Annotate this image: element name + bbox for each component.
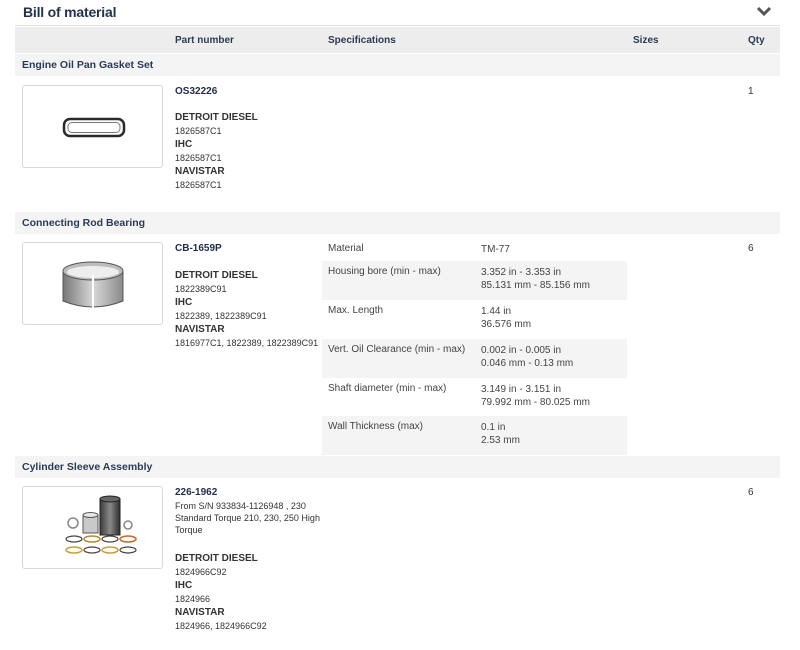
brand-part-numbers: 1816977C1, 1822389, 1822389C91: [175, 338, 319, 348]
brand-part-numbers: 1824966, 1824966C92: [175, 621, 267, 631]
brand-name: DETROIT DIESEL: [175, 553, 258, 564]
spec-value: 0.1 in 2.53 mm: [481, 422, 520, 446]
brand-name: IHC: [175, 580, 193, 591]
spec-row: Shaft diameter (min - max) 3.149 in - 3.…: [322, 378, 627, 417]
spec-label: Housing bore (min - max): [328, 266, 441, 277]
spec-value: TM-77: [481, 244, 510, 255]
section-title: Engine Oil Pan Gasket Set: [22, 59, 154, 71]
bill-of-material-header: Bill of material: [15, 0, 780, 26]
section-header-oil-pan-gasket: Engine Oil Pan Gasket Set: [15, 54, 780, 76]
gasket-image[interactable]: [22, 85, 163, 168]
brand-part-numbers: 1822389C91: [175, 284, 227, 294]
spec-row: Housing bore (min - max) 3.352 in - 3.35…: [322, 261, 627, 300]
spec-row: Max. Length 1.44 in 36.576 mm: [322, 300, 627, 339]
part-note: From S/N 933834-1126948 , 230 Standard T…: [175, 501, 320, 535]
spec-label: Shaft diameter (min - max): [328, 383, 447, 394]
part-number-link[interactable]: CB-1659P: [175, 243, 222, 254]
section-header-cylinder-sleeve: Cylinder Sleeve Assembly: [15, 456, 780, 478]
brand-part-numbers: 1826587C1: [175, 180, 222, 190]
brand-part-numbers: 1826587C1: [175, 153, 222, 163]
column-part-number: Part number: [175, 35, 234, 46]
section-title: Connecting Rod Bearing: [22, 217, 146, 229]
brand-part-numbers: 1824966C92: [175, 567, 227, 577]
spec-value: 0.002 in - 0.005 in 0.046 mm - 0.13 mm: [481, 345, 574, 369]
column-sizes: Sizes: [633, 35, 659, 46]
column-specifications: Specifications: [328, 35, 396, 46]
brand-part-numbers: 1826587C1: [175, 126, 222, 136]
brand-part-numbers: 1824966: [175, 594, 211, 604]
part-number-link[interactable]: 226-1962: [175, 487, 217, 498]
spec-value: 1.44 in 36.576 mm: [481, 306, 532, 330]
chevron-down-icon[interactable]: [756, 5, 772, 17]
spec-label: Wall Thickness (max): [328, 421, 424, 432]
qty-value: 6: [748, 243, 754, 254]
section-header-connecting-rod-bearing: Connecting Rod Bearing: [15, 212, 780, 234]
spec-label: Max. Length: [328, 305, 384, 316]
qty-value: 6: [748, 487, 754, 498]
cylinder-sleeve-kit-image[interactable]: [22, 486, 163, 569]
brand-name: IHC: [175, 139, 193, 150]
spec-value: 3.149 in - 3.151 in 79.992 mm - 80.025 mm: [481, 384, 590, 408]
part-number-link[interactable]: OS32226: [175, 86, 217, 97]
spec-value: 3.352 in - 3.353 in 85.131 mm - 85.156 mm: [481, 267, 590, 291]
brand-part-numbers: 1822389, 1822389C91: [175, 311, 267, 321]
brand-name: DETROIT DIESEL: [175, 112, 258, 123]
brand-name: NAVISTAR: [175, 324, 225, 335]
qty-value: 1: [748, 86, 754, 97]
brand-name: DETROIT DIESEL: [175, 270, 258, 281]
spec-row: Vert. Oil Clearance (min - max) 0.002 in…: [322, 339, 627, 378]
brand-name: IHC: [175, 297, 193, 308]
bearing-image[interactable]: [22, 242, 163, 325]
section-title: Cylinder Sleeve Assembly: [22, 461, 153, 473]
page-title: Bill of material: [23, 4, 117, 20]
brand-name: NAVISTAR: [175, 607, 225, 618]
spec-label: Material: [328, 243, 364, 254]
column-qty: Qty: [748, 35, 765, 46]
brand-name: NAVISTAR: [175, 166, 225, 177]
table-header: Part number Specifications Sizes Qty: [15, 27, 780, 53]
spec-row: Wall Thickness (max) 0.1 in 2.53 mm: [322, 416, 627, 455]
spec-label: Vert. Oil Clearance (min - max): [328, 344, 466, 355]
